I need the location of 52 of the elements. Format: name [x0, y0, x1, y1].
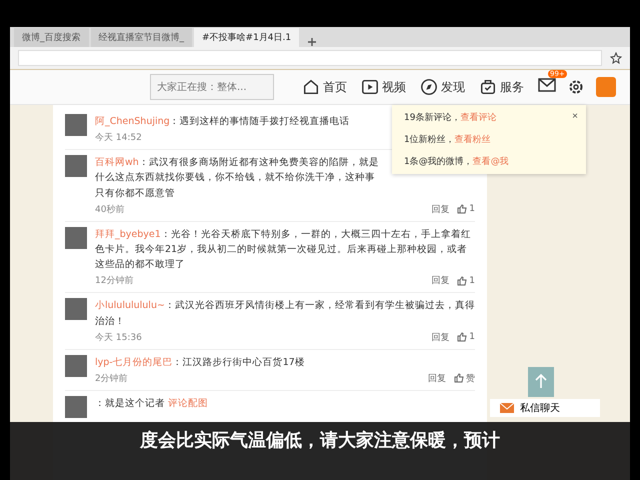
- thumbs-up-icon: [457, 276, 468, 286]
- reply-link[interactable]: 回复: [428, 372, 446, 385]
- thumbs-up-icon: [454, 373, 464, 384]
- like-button[interactable]: 1: [457, 276, 475, 286]
- comment-time: 12分钟前: [95, 274, 134, 288]
- browser-tab[interactable]: 微博_百度搜索: [14, 28, 88, 47]
- nav-link[interactable]: 发现: [420, 78, 465, 96]
- comment-time: 今天 14:52: [95, 132, 142, 144]
- avatar: [65, 354, 87, 377]
- nav-link[interactable]: 视频: [361, 78, 406, 96]
- comment-text: lyp-七月份的尾巴：江汉路步行街中心百货17楼: [95, 356, 305, 370]
- comment-text: 百科网wh：武汉有很多商场附近都有这种免费美容的陷阱，就是什么这点东西就找你要钱，你不给钱，就不给你洗干净，这种事只有你都不愿意管: [95, 156, 380, 201]
- avatar: [65, 396, 87, 418]
- close-button[interactable]: ×: [572, 111, 578, 122]
- browser-tab[interactable]: 经视直播室节目微博_: [90, 28, 192, 47]
- nav-link[interactable]: 服务: [479, 78, 524, 96]
- bag-icon: [479, 78, 497, 96]
- thumbs-up-icon: [457, 332, 468, 342]
- chat-button[interactable]: 私信聊天: [490, 399, 600, 417]
- comment-time: 今天 15:36: [95, 332, 142, 344]
- star-icon[interactable]: [610, 52, 622, 64]
- envelope-icon[interactable]: [538, 77, 556, 93]
- avatar: [65, 298, 87, 320]
- like-button[interactable]: 1: [457, 332, 475, 342]
- nav-link[interactable]: 首页: [302, 78, 347, 96]
- comment-text: 小lulululululu~：武汉光谷西班牙风情街楼上有一家，经常看到有学生被骗过去，真得治治！: [95, 299, 475, 328]
- settings-icon[interactable]: [568, 79, 584, 95]
- avatar: [65, 226, 87, 249]
- search-field[interactable]: 大家正在搜：整体...: [150, 74, 274, 100]
- browser-tab[interactable]: #不投事啥#1月4日.1: [194, 28, 300, 47]
- notification-text: 1条@我的微博，查看@我: [404, 156, 510, 168]
- notification-text: 19条新评论，查看评论: [404, 112, 498, 124]
- avatar: [65, 114, 87, 136]
- comment-time: 2分钟前: [95, 372, 128, 385]
- notification-text: 1位新粉丝，查看粉丝: [404, 134, 492, 146]
- comment-time: 40秒前: [95, 204, 124, 216]
- like-button[interactable]: 1: [457, 204, 475, 214]
- comment-text: ：就是这个记者 评论配图: [95, 396, 208, 411]
- video-icon: [361, 78, 379, 96]
- reply-link[interactable]: 回复: [431, 330, 450, 344]
- reply-link[interactable]: 回复: [431, 202, 450, 216]
- envelope-icon: [500, 403, 514, 413]
- arrow-up-icon: [534, 372, 548, 388]
- like-button[interactable]: 赞: [454, 372, 475, 385]
- reply-link[interactable]: 回复: [431, 274, 450, 288]
- compass-icon: [420, 78, 438, 96]
- comment-text: 阿_ChenShujing：遇到这样的事情随手拨打经视直播电话: [95, 115, 350, 129]
- thumbs-up-icon: [457, 204, 468, 214]
- avatar: [65, 155, 87, 178]
- subtitle-text: 度会比实际气温偏低，请大家注意保暖，预计: [140, 429, 500, 452]
- comment-text: 拜拜_byebye1：光谷！光谷天桥底下特别多，一群的，大概三四十左右，手上拿着红色卡片。我今年21岁，我从初二的时候就第一次碰见过。后来再碰上那种校园，或者这些品的都不敢理了: [95, 228, 472, 272]
- home-icon: [302, 78, 320, 96]
